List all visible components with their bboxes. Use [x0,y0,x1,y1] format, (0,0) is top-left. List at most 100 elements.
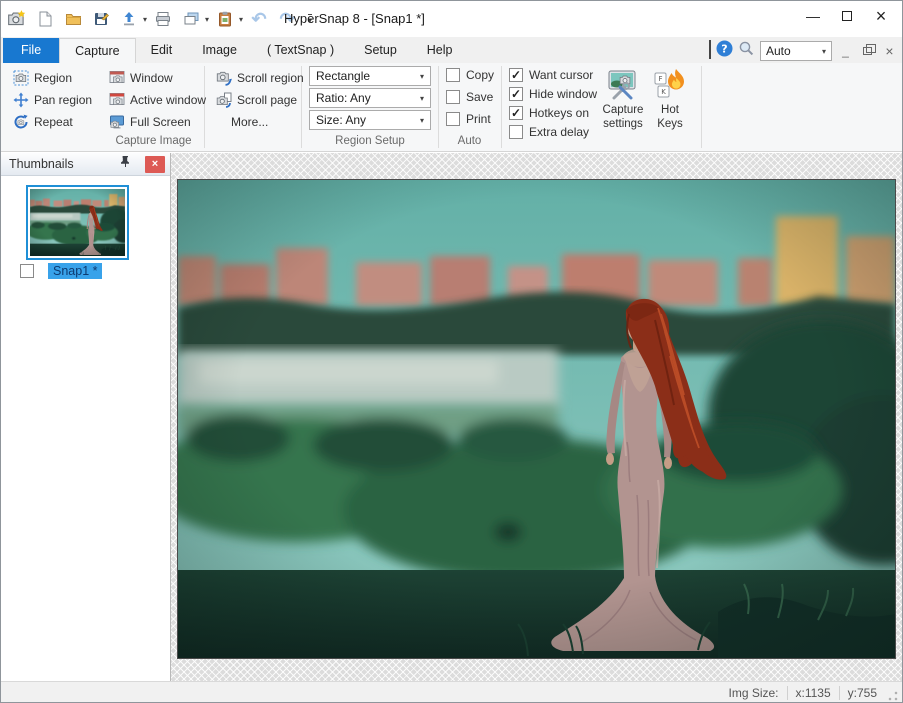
dropdown-caret-icon: ▾ [420,72,424,81]
checkbox-label: Extra delay [529,125,589,139]
hypersnap-window: ▾ ▾ ▾ ↶ ↷ ▾ HyperSnap 8 - [Snap1 *] — × … [0,0,903,703]
tab-file[interactable]: File [3,38,59,63]
pin-icon[interactable] [120,155,131,173]
maximize-button[interactable] [830,1,864,31]
auto-save-checkbox[interactable]: Save [446,90,493,104]
button-label: Capture settings [598,103,648,132]
hide-window-checkbox[interactable]: ✓ Hide window [509,87,597,101]
ribbon-tab-row: File Capture Edit Image ( TextSnap ) Set… [1,37,902,63]
help-icon[interactable]: ? [716,40,733,62]
thumbnail-label[interactable]: Snap1 * [48,263,102,279]
button-label: Region [34,71,72,85]
checkbox-box: ✓ [509,106,523,120]
img-size-label: Img Size: [728,686,778,700]
tab-textsnap[interactable]: ( TextSnap ) [252,38,349,63]
capture-settings-button[interactable]: Capture settings [598,65,648,135]
save-icon[interactable] [89,7,113,31]
hotkeys-on-checkbox[interactable]: ✓ Hotkeys on [509,106,589,120]
tab-setup[interactable]: Setup [349,38,412,63]
pan-region-button[interactable]: Pan region [9,89,96,110]
checkbox-label: Copy [466,68,494,82]
scroll-region-button[interactable]: Scroll region [212,67,308,88]
window-button[interactable]: Window [105,67,177,88]
title-bar[interactable]: ▾ ▾ ▾ ↶ ↷ ▾ HyperSnap 8 - [Snap1 *] — × [1,1,902,37]
button-label: Pan region [34,93,92,107]
hot-keys-button[interactable]: F K Hot Keys [651,65,689,135]
checkbox-label: Hotkeys on [529,106,589,120]
paste-icon[interactable] [213,7,237,31]
size-dropdown[interactable]: Size: Any▾ [309,110,431,130]
tab-edit[interactable]: Edit [136,38,188,63]
paste-dropdown-icon[interactable]: ▾ [239,15,243,24]
export-icon[interactable] [117,7,141,31]
thumbnail-checkbox[interactable] [20,264,34,278]
tab-image[interactable]: Image [187,38,252,63]
copy-window-icon[interactable] [179,7,203,31]
quick-access-toolbar: ▾ ▾ ▾ ↶ ↷ ▾ [5,6,317,32]
more-captures-button[interactable]: More... ▾ [227,111,319,132]
checkbox-box [509,125,523,139]
region-button[interactable]: Region [9,67,76,88]
status-bar: Img Size: x:1135 y:755 [1,681,902,703]
dropdown-value: Ratio: Any [316,91,371,105]
ratio-dropdown[interactable]: Ratio: Any▾ [309,88,431,108]
tab-capture[interactable]: Capture [59,38,135,63]
group-label-region-setup: Region Setup [306,135,434,147]
checkbox-box [446,68,460,82]
hot-keys-icon: F K [654,68,686,100]
extra-delay-checkbox[interactable]: Extra delay [509,125,589,139]
checkbox-label: Want cursor [529,68,593,82]
pan-region-icon [13,92,29,108]
close-button[interactable]: × [864,1,898,31]
thumbnail-snap1[interactable] [26,185,129,260]
new-file-icon[interactable] [33,7,57,31]
checkbox-box [446,112,460,126]
scroll-page-button[interactable]: Scroll page [212,89,301,110]
scroll-page-icon [216,92,232,108]
undo-icon[interactable]: ↶ [247,7,271,31]
button-label: Full Screen [130,115,191,129]
region-capture-icon [13,70,29,86]
copy-window-dropdown-icon[interactable]: ▾ [205,15,209,24]
auto-copy-checkbox[interactable]: Copy [446,68,494,82]
svg-text:?: ? [721,43,727,56]
button-label: Active window [130,93,206,107]
print-icon[interactable] [151,7,175,31]
zoom-level-value: Auto [766,44,791,58]
svg-text:F: F [658,75,662,83]
zoom-tool-icon[interactable] [738,40,755,62]
shape-dropdown[interactable]: Rectangle ▾ [309,66,431,86]
full-screen-button[interactable]: Full Screen [105,111,195,132]
ribbon-capture: Region Pan region Repeat Window Active w… [1,63,902,152]
export-dropdown-icon[interactable]: ▾ [143,15,147,24]
repeat-button[interactable]: Repeat [9,111,77,132]
document-close-button[interactable]: × [881,43,898,60]
resize-grip[interactable] [887,690,899,702]
open-folder-icon[interactable] [61,7,85,31]
panel-close-icon[interactable]: × [145,156,165,173]
button-label: Repeat [34,115,73,129]
captured-photo[interactable] [177,179,896,659]
thumbnails-panel-header[interactable]: Thumbnails × [1,153,170,176]
tab-help[interactable]: Help [412,38,468,63]
full-screen-capture-icon [109,114,125,130]
button-label: More... [231,115,268,129]
auto-print-checkbox[interactable]: Print [446,112,491,126]
img-size-y: y:755 [848,686,877,700]
photo-scene [178,180,895,658]
minimize-button[interactable]: — [796,1,830,31]
img-size-x: x:1135 [796,686,831,700]
collapse-ribbon-icon[interactable] [709,42,711,60]
want-cursor-checkbox[interactable]: ✓ Want cursor [509,68,593,82]
button-label: Scroll page [237,93,297,107]
document-minimize-button[interactable]: _ [837,43,854,60]
zoom-level-combobox[interactable]: Auto ▾ [760,41,832,61]
active-window-capture-icon [109,92,125,108]
active-window-button[interactable]: Active window [105,89,210,110]
document-restore-button[interactable] [859,43,876,60]
window-controls: — × [796,1,898,31]
dropdown-caret-icon: ▾ [420,116,424,125]
app-capture-icon[interactable] [5,7,29,31]
checkbox-label: Print [466,112,491,126]
dropdown-value: Rectangle [316,69,370,83]
